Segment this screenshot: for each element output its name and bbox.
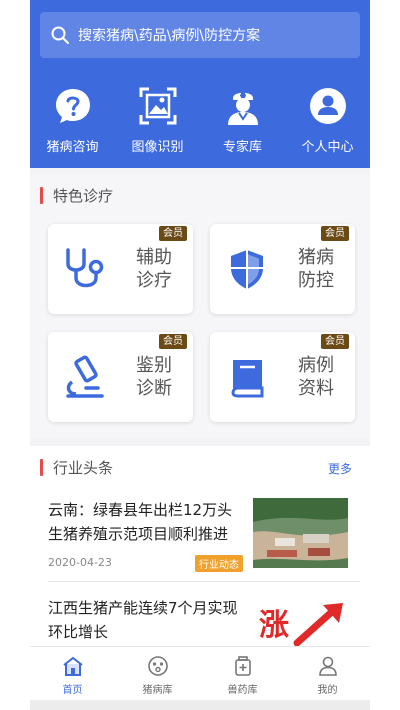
tab-disease-library[interactable]: 猪病库 bbox=[115, 647, 200, 700]
quick-nav-label: 猪病咨询 bbox=[46, 140, 99, 155]
app-screen: 搜索猪病\药品\病例\防控方案 猪病咨询 图像识别 专家库 个人中心 特色诊疗 … bbox=[30, 0, 370, 710]
featured-section: 特色诊疗 会员 辅助诊疗 会员 猪病防控 会员 鉴别诊断 会员 病例资料 bbox=[30, 174, 370, 438]
card-label: 病例资料 bbox=[298, 355, 334, 399]
news-title: 江西生猪产能连续7个月实现环比增长 bbox=[48, 599, 238, 641]
quick-nav: 猪病咨询 图像识别 专家库 个人中心 bbox=[30, 84, 370, 156]
shield-icon bbox=[231, 250, 263, 289]
header: 搜索猪病\药品\病例\防控方案 猪病咨询 图像识别 专家库 个人中心 bbox=[30, 0, 370, 168]
microscope-icon bbox=[66, 355, 104, 398]
member-badge: 会员 bbox=[321, 334, 349, 349]
bottom-strip bbox=[30, 700, 370, 710]
card-case-records[interactable]: 会员 病例资料 bbox=[210, 332, 355, 422]
quick-nav-label: 图像识别 bbox=[131, 140, 184, 155]
card-label: 辅助诊疗 bbox=[136, 247, 172, 291]
more-link[interactable]: 更多 bbox=[328, 460, 352, 477]
member-badge: 会员 bbox=[159, 226, 187, 241]
quick-nav-label: 个人中心 bbox=[301, 140, 354, 155]
search-icon bbox=[51, 26, 69, 44]
doctor-icon bbox=[221, 84, 265, 128]
tab-medicine-library[interactable]: 兽药库 bbox=[200, 647, 285, 700]
section-title: 行业头条 bbox=[53, 459, 114, 477]
tab-label: 猪病库 bbox=[142, 685, 173, 696]
card-assisted-diagnosis[interactable]: 会员 辅助诊疗 bbox=[48, 224, 193, 314]
home-icon bbox=[62, 656, 83, 676]
tab-mine[interactable]: 我的 bbox=[285, 647, 370, 700]
image-scan-icon bbox=[136, 84, 180, 128]
tab-label: 首页 bbox=[62, 685, 83, 696]
stethoscope-icon bbox=[66, 248, 104, 288]
section-accent-bar bbox=[40, 459, 43, 476]
member-badge: 会员 bbox=[321, 226, 349, 241]
rise-text: 涨 bbox=[259, 608, 289, 643]
quick-nav-image-recognition[interactable]: 图像识别 bbox=[115, 84, 200, 156]
tab-label: 兽药库 bbox=[227, 685, 258, 696]
section-header: 特色诊疗 bbox=[40, 185, 113, 206]
news-section: 行业头条 更多 云南：绿春县年出栏12万头生猪养殖示范项目顺利推进 2020-0… bbox=[30, 446, 370, 649]
book-icon bbox=[231, 360, 264, 398]
disease-library-icon bbox=[147, 656, 168, 676]
tab-label: 我的 bbox=[317, 685, 338, 696]
news-date: 2020-04-23 bbox=[48, 556, 112, 569]
news-item[interactable]: 云南：绿春县年出栏12万头生猪养殖示范项目顺利推进 2020-04-23 行业动… bbox=[48, 498, 360, 582]
quick-nav-consult[interactable]: 猪病咨询 bbox=[30, 84, 115, 156]
tab-home[interactable]: 首页 bbox=[30, 647, 115, 700]
section-title: 特色诊疗 bbox=[53, 187, 114, 205]
news-title: 云南：绿春县年出栏12万头生猪养殖示范项目顺利推进 bbox=[48, 501, 233, 543]
medicine-library-icon bbox=[234, 656, 251, 676]
card-disease-prevention[interactable]: 会员 猪病防控 bbox=[210, 224, 355, 314]
news-tag: 行业动态 bbox=[195, 555, 243, 572]
news-thumbnail bbox=[253, 498, 348, 568]
search-placeholder: 搜索猪病\药品\病例\防控方案 bbox=[78, 28, 261, 44]
card-label: 鉴别诊断 bbox=[136, 355, 172, 399]
card-label: 猪病防控 bbox=[298, 247, 334, 291]
profile-icon bbox=[318, 656, 337, 676]
section-accent-bar bbox=[40, 187, 43, 204]
quick-nav-profile[interactable]: 个人中心 bbox=[285, 84, 370, 156]
search-bar[interactable]: 搜索猪病\药品\病例\防控方案 bbox=[40, 12, 360, 58]
question-icon bbox=[51, 84, 95, 128]
quick-nav-label: 专家库 bbox=[222, 140, 262, 155]
member-badge: 会员 bbox=[159, 334, 187, 349]
section-header: 行业头条 bbox=[40, 457, 113, 478]
bottom-tab-bar: 首页 猪病库 兽药库 我的 bbox=[30, 646, 370, 700]
card-differential-diagnosis[interactable]: 会员 鉴别诊断 bbox=[48, 332, 193, 422]
news-thumbnail: 涨 bbox=[253, 599, 348, 649]
quick-nav-experts[interactable]: 专家库 bbox=[200, 84, 285, 156]
user-icon bbox=[306, 84, 350, 128]
